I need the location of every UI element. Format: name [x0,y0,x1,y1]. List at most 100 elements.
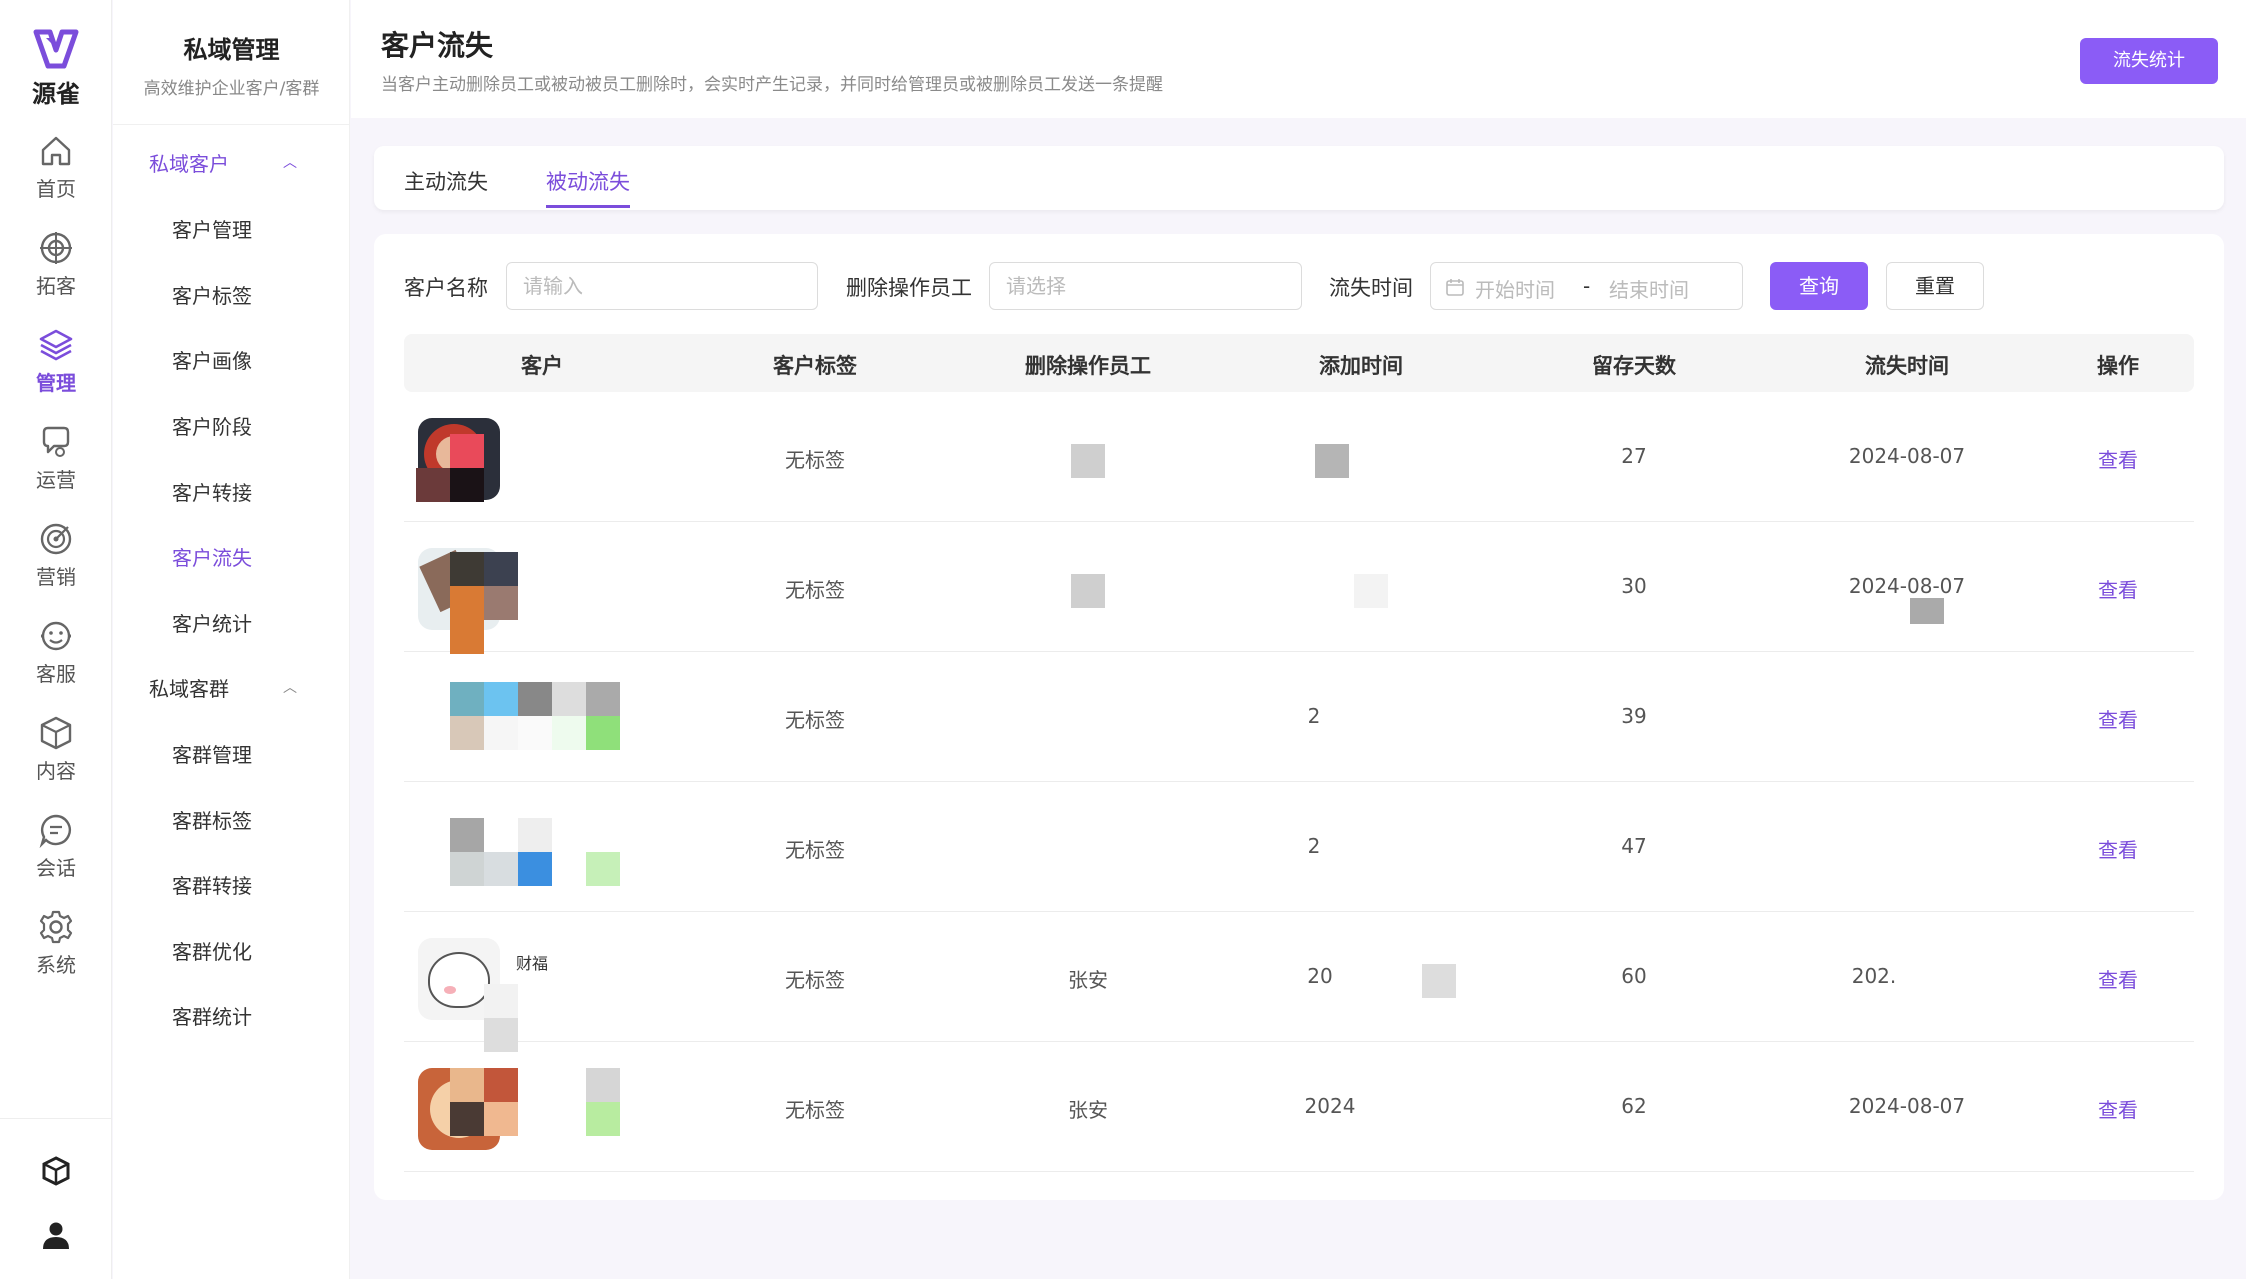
customer-tag: 无标签 [785,448,845,472]
rail-label: 运营 [36,468,76,492]
churn-time: 202. [1851,964,1897,988]
view-link[interactable]: 查看 [2098,444,2138,473]
rail-item-user[interactable] [0,1220,112,1250]
operator-masked [1071,444,1105,478]
churn-stats-button[interactable]: 流失统计 [2080,38,2218,84]
page-header: 客户流失 当客户主动删除员工或被动被员工删除时，会实时产生记录，并同时给管理员或… [351,0,2246,118]
home-icon [41,136,71,166]
rail-item-service[interactable]: 客服 [0,618,112,687]
rail-label: 拓客 [36,274,76,298]
group-private-customers[interactable]: 私域客户 [149,148,229,177]
sidebar-item-group-transfer[interactable]: 客群转接 [172,870,252,899]
view-link[interactable]: 查看 [2098,834,2138,863]
sidebar-item-group-manage[interactable]: 客群管理 [172,739,252,768]
layers-icon [39,329,73,361]
customer-tag: 无标签 [785,708,845,732]
smiley-icon [41,621,71,651]
rail-item-content[interactable]: 内容 [0,715,112,784]
sidebar-item-customer-stats[interactable]: 客户统计 [172,608,252,637]
operator-label: 删除操作员工 [846,276,972,300]
app-logo[interactable]: 源雀 [0,28,112,109]
chevron-up-icon[interactable]: ︿ [283,152,297,172]
end-time-input[interactable]: 结束时间 [1609,274,1689,303]
secondary-sidebar: 私域管理 高效维护企业客户/客群 私域客户 ︿ 客户管理 客户标签 客户画像 客… [113,0,350,1279]
view-link[interactable]: 查看 [2098,574,2138,603]
rail-divider [0,1118,112,1119]
view-link[interactable]: 查看 [2098,964,2138,993]
added-time: 2024 [1304,1094,1356,1118]
calendar-icon [1446,279,1464,296]
view-link[interactable]: 查看 [2098,704,2138,733]
retention-days: 39 [1621,704,1647,728]
operator-select[interactable]: 请选择 [989,262,1302,310]
rail-label: 营销 [36,565,76,589]
sidebar-item-group-tags[interactable]: 客群标签 [172,805,252,834]
sidebar-item-customer-manage[interactable]: 客户管理 [172,214,252,243]
rail-item-marketing[interactable]: 营销 [0,521,112,590]
added-time-masked [1354,574,1388,608]
col-operator: 删除操作员工 [1025,354,1151,378]
table-row: 财福 无标签 张安 20 60 202. 查看 [404,912,2194,1052]
added-time: 2 [1307,704,1321,728]
rail-item-plugin[interactable] [0,1156,112,1186]
churn-time-label: 流失时间 [1329,276,1413,300]
sidebar-item-group-stats[interactable]: 客群统计 [172,1001,252,1030]
group-private-groups[interactable]: 私域客群 [149,673,229,702]
table-row: 无标签 27 2024-08-07 查看 [404,392,2194,522]
rail-label: 系统 [36,953,76,977]
date-range-picker[interactable]: 开始时间 - 结束时间 [1430,262,1743,310]
sidebar-item-customer-stage[interactable]: 客户阶段 [172,411,252,440]
customer-tag: 无标签 [785,578,845,602]
rail-label: 会话 [36,856,76,880]
rail-item-system[interactable]: 系统 [0,909,112,978]
gear-icon [39,910,73,944]
retention-days: 60 [1621,964,1647,988]
table-row: 无标签 张安 2024 62 2024-08-07 查看 [404,1042,2194,1172]
tab-active-churn[interactable]: 主动流失 [404,166,488,196]
customer-tag: 无标签 [785,1098,845,1122]
sidebar-item-customer-portrait[interactable]: 客户画像 [172,345,252,374]
customer-name-label: 客户名称 [404,276,488,300]
churn-time-masked [1910,598,1944,624]
rail-item-operate[interactable]: 运营 [0,424,112,493]
sidebar-item-customer-churn[interactable]: 客户流失 [172,542,252,571]
operator: 张安 [1068,968,1108,992]
view-link[interactable]: 查看 [2098,1094,2138,1123]
rail-label: 首页 [36,177,76,201]
col-churn-time: 流失时间 [1865,354,1949,378]
chevron-up-icon[interactable]: ︿ [283,677,297,697]
rail-label: 客服 [36,662,76,686]
reset-button[interactable]: 重置 [1886,262,1984,310]
sidebar-item-group-optimize[interactable]: 客群优化 [172,936,252,965]
operator: 张安 [1068,1098,1108,1122]
cube-icon [40,716,72,750]
customer-name: 财福 [516,954,549,973]
col-retention-days: 留存天数 [1592,354,1676,378]
query-button[interactable]: 查询 [1770,262,1868,310]
table-header: 客户 客户标签 删除操作员工 添加时间 留存天数 流失时间 操作 [404,334,2194,392]
rail-item-manage[interactable]: 管理 [0,327,112,396]
start-time-input[interactable]: 开始时间 [1475,274,1555,303]
message-icon [39,814,71,848]
rail-item-home[interactable]: 首页 [0,133,112,202]
range-separator: - [1583,274,1591,298]
sidebar-item-customer-transfer[interactable]: 客户转接 [172,477,252,506]
target-icon [40,232,72,264]
rail-item-tuoke[interactable]: 拓客 [0,230,112,299]
logo-icon [33,29,79,69]
divider [113,124,350,125]
tab-bar: 主动流失 被动流失 [374,146,2224,210]
table-row: 无标签 2 47 查看 [404,782,2194,912]
rail-label: 管理 [36,371,76,395]
rail-label: 内容 [36,759,76,783]
col-customer: 客户 [521,354,563,378]
customer-tag: 无标签 [785,838,845,862]
added-time-masked [1422,964,1456,998]
page-title: 客户流失 [381,29,494,62]
table-row: 无标签 2 39 查看 [404,652,2194,782]
sidebar-item-customer-tags[interactable]: 客户标签 [172,280,252,309]
tab-passive-churn[interactable]: 被动流失 [546,166,630,196]
rail-item-session[interactable]: 会话 [0,812,112,881]
retention-days: 47 [1621,834,1647,858]
customer-name-input[interactable] [506,262,818,310]
